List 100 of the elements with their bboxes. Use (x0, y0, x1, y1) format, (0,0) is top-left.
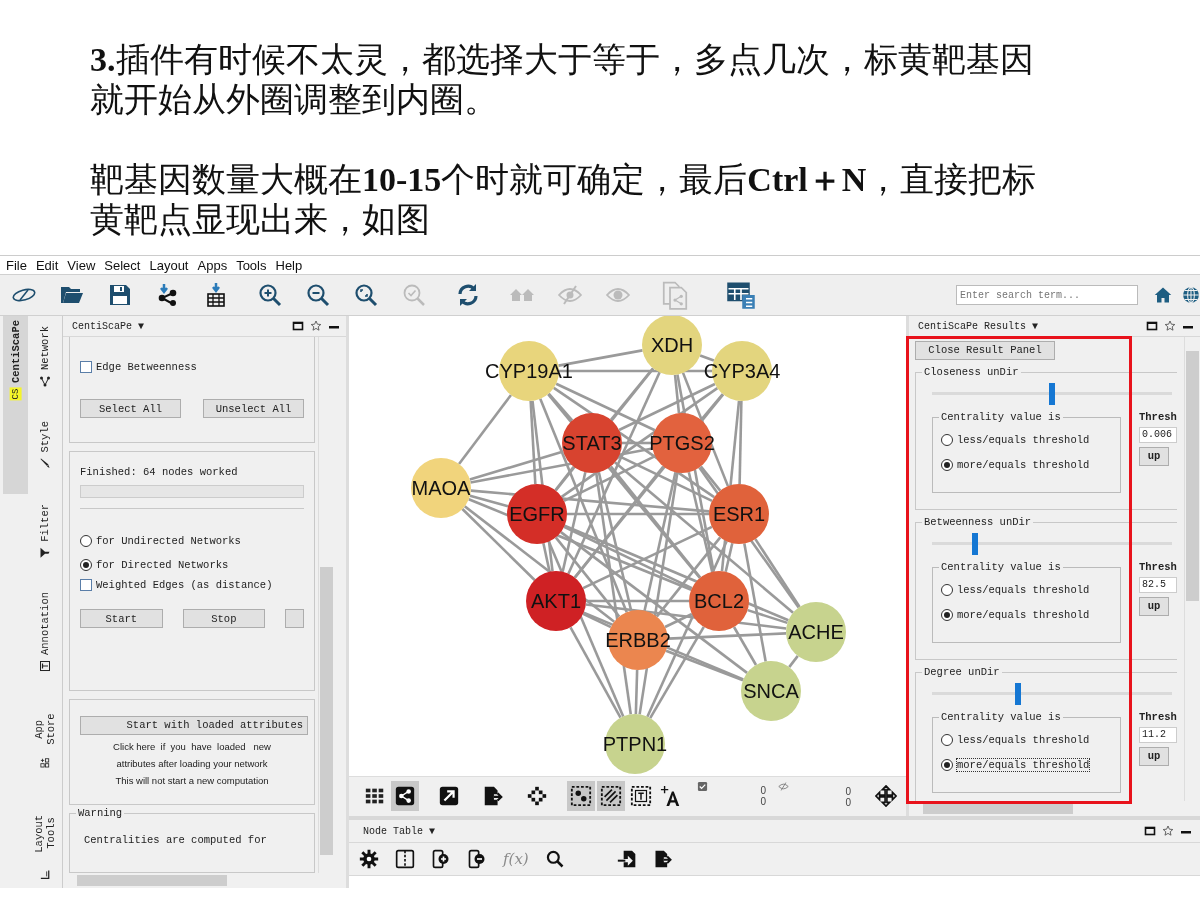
select-button[interactable]: Select All (80, 399, 181, 418)
checkbox[interactable] (80, 361, 92, 373)
threshold-field[interactable]: 82.5 (1139, 576, 1177, 593)
network-node[interactable] (741, 661, 801, 721)
maximize-icon[interactable] (1144, 825, 1156, 837)
node-label: ACHE (788, 621, 844, 643)
threshold-field[interactable]: 0.006 (1139, 426, 1177, 443)
radio-button[interactable] (80, 559, 92, 571)
add-column-icon[interactable] (431, 849, 451, 869)
settings-icon[interactable] (359, 849, 379, 869)
warning-text: Centralities are computed for (84, 834, 268, 846)
menu-item[interactable]: Layout (149, 257, 189, 273)
side-tab[interactable]: Filter (37, 499, 53, 563)
update-button[interactable]: up (1139, 746, 1169, 766)
import-icon[interactable] (616, 849, 637, 869)
panel-title[interactable]: CentiScaPe ▼ (72, 320, 286, 332)
side-tab[interactable]: Network (37, 322, 53, 392)
node-label: BCL2 (694, 590, 744, 612)
menu-item[interactable]: Apps (197, 257, 228, 273)
tab-icon (40, 869, 50, 881)
menu-item[interactable]: Select (104, 257, 141, 273)
network-node[interactable] (689, 571, 749, 631)
slider-thumb[interactable] (972, 532, 979, 555)
view-tool-button[interactable] (597, 781, 625, 811)
zoom-out-icon[interactable] (306, 283, 330, 307)
view-tool-button[interactable] (567, 781, 595, 811)
zoom-check-icon[interactable] (402, 283, 426, 307)
radio-button[interactable] (941, 759, 953, 771)
radio-button[interactable] (941, 609, 953, 621)
side-tab[interactable]: Annotation (37, 588, 53, 677)
columns-icon[interactable] (395, 849, 415, 869)
side-tab[interactable]: Style (37, 417, 53, 474)
network-node[interactable] (526, 571, 586, 631)
menu-item[interactable]: File (6, 257, 27, 273)
update-button[interactable]: up (1139, 596, 1169, 616)
network-node[interactable] (709, 484, 769, 544)
radio-label: less/equals threshold (957, 584, 1090, 596)
zoom-fit-icon[interactable] (354, 283, 378, 307)
network-node[interactable] (562, 413, 622, 473)
menu-item[interactable]: Edit (35, 257, 59, 273)
menu-item[interactable]: Help (275, 257, 303, 273)
loaded-attributes-button[interactable]: Start with loaded attributes (80, 715, 308, 735)
panel-title[interactable]: CentiScaPe Results ▼ (918, 320, 1140, 332)
tab-icon (39, 546, 51, 559)
node-label: EGFR (509, 503, 565, 525)
pin-icon[interactable] (1164, 320, 1176, 332)
caption-paragraph: 靶基因数量大概在10-15个时就可确定，最后Ctrl＋N，直接把标黄靶点显现出来，如图 (90, 160, 1038, 240)
caption-paragraph: 3.插件有时候不太灵，都选择大于等于，多点几次，标黄靶基因就开始从外圈调整到内圈。 (90, 40, 1035, 120)
slider-thumb[interactable] (1015, 682, 1022, 705)
side-tab[interactable]: App Store (31, 702, 59, 773)
pin-icon[interactable] (1162, 825, 1174, 837)
count-text: 0 (760, 785, 766, 796)
run-button[interactable]: Stop (182, 609, 266, 628)
zoom-in-icon[interactable] (258, 283, 282, 307)
checkbox[interactable] (80, 579, 92, 591)
search-icon[interactable] (544, 849, 565, 869)
search-field[interactable]: Enter search term... (956, 285, 1138, 305)
checkbox-label: Weighted Edges (as distance) (96, 579, 273, 591)
threshold-field[interactable]: 11.2 (1139, 726, 1177, 743)
annotation-select-icon (630, 785, 652, 807)
radio-label: more/equals threshold (957, 759, 1090, 771)
panel-title[interactable]: Node Table ▼ (363, 825, 1138, 837)
side-tab[interactable]: Layout Tools (31, 798, 59, 884)
view-tool-button[interactable] (391, 781, 419, 811)
delete-column-icon[interactable] (467, 849, 487, 869)
vertical-scrollbar[interactable] (318, 337, 334, 873)
menu-item[interactable]: View (67, 257, 96, 273)
node-label: STAT3 (562, 432, 622, 454)
slider-thumb[interactable] (1049, 382, 1055, 405)
network-node[interactable] (786, 602, 846, 662)
warning-title: Warning (76, 807, 125, 819)
tab-icon (40, 757, 50, 770)
import-table-icon[interactable] (204, 283, 228, 307)
run-button[interactable]: Start (80, 609, 163, 628)
group-title: Centrality value is (939, 410, 1063, 423)
close-result-panel-button[interactable]: Close Result Panel (915, 340, 1055, 360)
radio-button[interactable] (80, 535, 92, 547)
maximize-icon[interactable] (292, 320, 304, 332)
move-icon[interactable] (875, 785, 897, 807)
side-tab[interactable]: CS CentiScaPe (3, 316, 28, 494)
radio-button[interactable] (941, 459, 953, 471)
save-icon[interactable] (108, 283, 132, 307)
network-node[interactable] (411, 458, 471, 518)
checkbox-icon (697, 781, 708, 792)
maximize-icon[interactable] (1146, 320, 1158, 332)
radio-button[interactable] (941, 434, 953, 446)
select-button[interactable]: Unselect All (203, 399, 304, 418)
network-node[interactable] (642, 316, 702, 375)
table-icon[interactable] (726, 280, 756, 310)
menu-item[interactable]: Tools (236, 257, 267, 273)
count-text: 0 (760, 796, 766, 807)
vertical-scrollbar[interactable] (1184, 337, 1200, 801)
radio-button[interactable] (941, 734, 953, 746)
external-link-icon (438, 785, 460, 807)
update-button[interactable]: up (1139, 446, 1169, 466)
network-node[interactable] (507, 484, 567, 544)
node-label: AKT1 (531, 590, 581, 612)
pin-icon[interactable] (310, 320, 322, 332)
refresh-icon[interactable] (456, 283, 480, 307)
radio-button[interactable] (941, 584, 953, 596)
